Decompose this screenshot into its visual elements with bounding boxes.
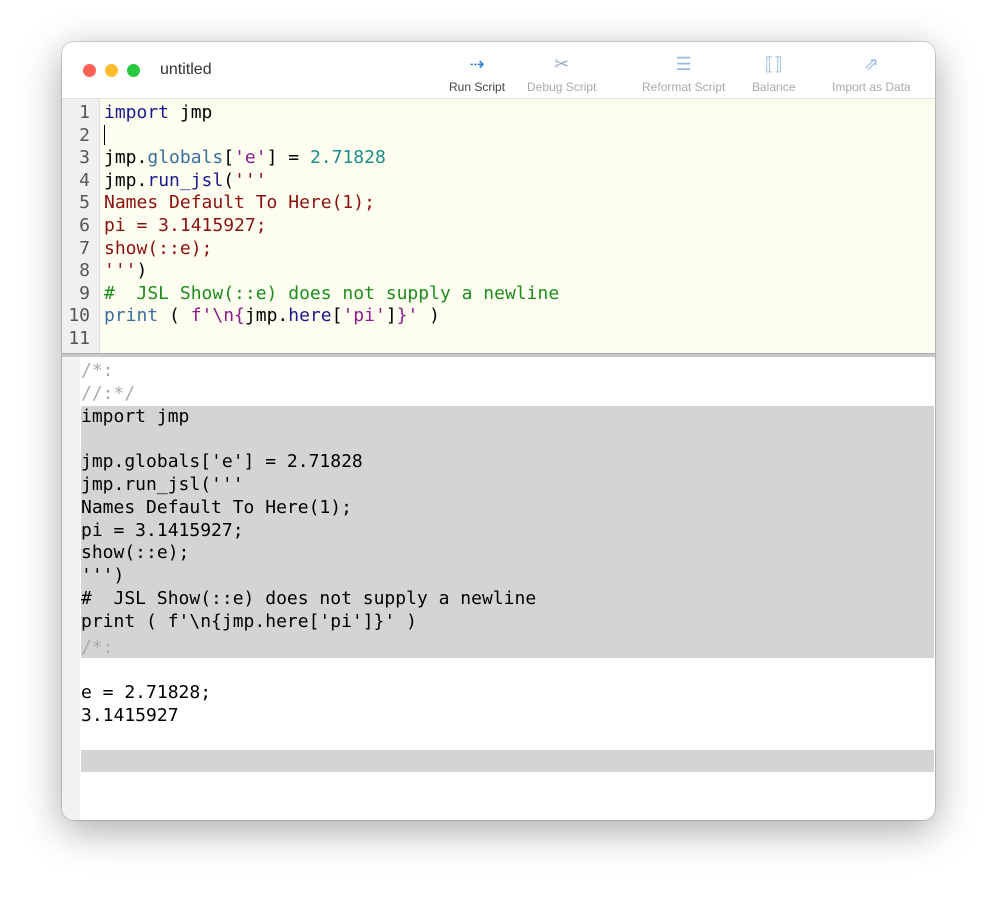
output-line: ''') (81, 565, 125, 587)
code-token: jmp (169, 102, 213, 123)
code-token: run_jsl (147, 169, 224, 191)
output-line: Names Default To Here(1); (81, 496, 352, 518)
code-line[interactable]: pi = 3.1415927; (104, 214, 267, 237)
result-highlight (81, 750, 934, 772)
code-token: 2.71828 (309, 147, 386, 169)
output-line: pi = 3.1415927; (81, 519, 244, 541)
balance-button[interactable]: ⟦⟧ Balance (752, 52, 795, 94)
code-line[interactable]: Names Default To Here(1); (104, 191, 375, 214)
import-as-data-button[interactable]: ⇗ Import as Data (832, 52, 911, 94)
reformat-script-button[interactable]: ☰ Reformat Script (642, 52, 725, 94)
output-line: /*: (81, 636, 114, 658)
code-token: ''' (104, 260, 137, 282)
code-line[interactable]: show(::e); (104, 237, 212, 260)
line-number: 6 (79, 215, 90, 236)
code-token: ) (418, 305, 441, 327)
line-number: 1 (79, 102, 90, 123)
balance-icon: ⟦⟧ (764, 54, 783, 74)
output-line: import jmp (81, 405, 190, 427)
debug-script-button[interactable]: ✂ Debug Script (527, 52, 596, 94)
output-line: /*: (81, 360, 114, 381)
code-token: ) (136, 260, 148, 282)
debug-script-icon: ✂ (554, 54, 570, 74)
code-token: ] = (266, 147, 310, 169)
output-line: show(::e); (81, 542, 190, 564)
reformat-script-icon: ☰ (675, 54, 692, 74)
output-line: //:*/ (81, 382, 136, 404)
output-gutter (62, 357, 80, 820)
code-token: pi = 3.1415927; (104, 215, 267, 236)
close-button[interactable] (83, 64, 96, 77)
line-number: 11 (68, 328, 90, 349)
run-script-icon: ⇢ (469, 54, 485, 74)
code-token: Names Default To Here(1); (104, 192, 375, 214)
toolbar-label: Run Script (449, 80, 506, 94)
line-number: 3 (79, 147, 90, 169)
code-token: 'pi' (342, 305, 386, 327)
output-line: jmp.run_jsl(''' (81, 474, 244, 495)
code-token: ( (158, 305, 191, 327)
toolbar-label: Import as Data (832, 80, 911, 94)
code-token: jmp. (104, 147, 148, 169)
code-token: jmp. (104, 169, 148, 191)
code-token: show(::e); (104, 237, 213, 259)
script-window: untitled ⇢ Run Script ✂ Debug Script ☰ Reform… (62, 42, 935, 820)
output-line: print ( f'\n{jmp.here['pi']}' ) (81, 610, 417, 632)
code-token: 'e' (234, 147, 267, 169)
line-number: 5 (79, 192, 90, 214)
code-line[interactable]: import jmp (104, 101, 212, 124)
output-line: 3.1415927 (81, 705, 179, 726)
output-line: # JSL Show(::e) does not supply a newlin… (81, 588, 537, 609)
toolbar-label: Balance (752, 80, 796, 94)
code-token: jmp. (244, 305, 289, 327)
window-title: untitled (160, 61, 212, 78)
zoom-button[interactable] (127, 64, 140, 77)
code-line[interactable]: jmp.run_jsl(''' (104, 169, 267, 192)
code-line[interactable]: jmp.globals['e'] = 2.71828 (104, 146, 386, 169)
code-token: }' (396, 305, 419, 327)
code-token: ] (385, 305, 397, 327)
code-token: ( (223, 169, 235, 191)
text-caret (104, 124, 105, 145)
toolbar-label: Debug Script (527, 80, 597, 94)
code-token: # JSL Show(::e) does not supply a newlin… (104, 282, 560, 304)
code-token: [ (331, 305, 343, 327)
code-token: print (104, 305, 159, 327)
script-editor[interactable]: 1 import jmp 2 3 jmp.globals['e'] = 2.71828 4… (62, 98, 935, 353)
line-number: 4 (79, 169, 90, 191)
output-line: e = 2.71828; (81, 682, 212, 704)
code-line[interactable] (104, 124, 105, 147)
code-token: import (104, 102, 170, 123)
code-line[interactable]: ''') (104, 259, 147, 282)
output-line: jmp.globals['e'] = 2.71828 (81, 451, 363, 473)
code-line[interactable]: # JSL Show(::e) does not supply a newlin… (104, 282, 559, 305)
code-token: here (288, 305, 332, 327)
minimize-button[interactable] (105, 64, 118, 77)
code-token: f'\n{ (190, 305, 245, 327)
line-number: 8 (79, 260, 90, 282)
import-as-data-icon: ⇗ (863, 54, 879, 74)
code-token: [ (223, 147, 235, 169)
title-bar: untitled ⇢ Run Script ✂ Debug Script ☰ Reform… (62, 42, 935, 98)
toolbar-label: Reformat Script (642, 80, 726, 94)
code-token: globals (147, 147, 224, 169)
line-number: 2 (79, 124, 90, 146)
code-token: ''' (234, 169, 267, 191)
line-number: 9 (79, 282, 90, 304)
line-number: 7 (79, 237, 90, 259)
code-line[interactable]: print ( f'\n{jmp.here['pi']}' ) (104, 304, 440, 327)
run-script-button[interactable]: ⇢ Run Script (449, 52, 505, 94)
log-output[interactable]: /*://:*/import jmp jmp.globals['e'] = 2.7… (62, 357, 935, 820)
line-number: 10 (68, 305, 90, 327)
